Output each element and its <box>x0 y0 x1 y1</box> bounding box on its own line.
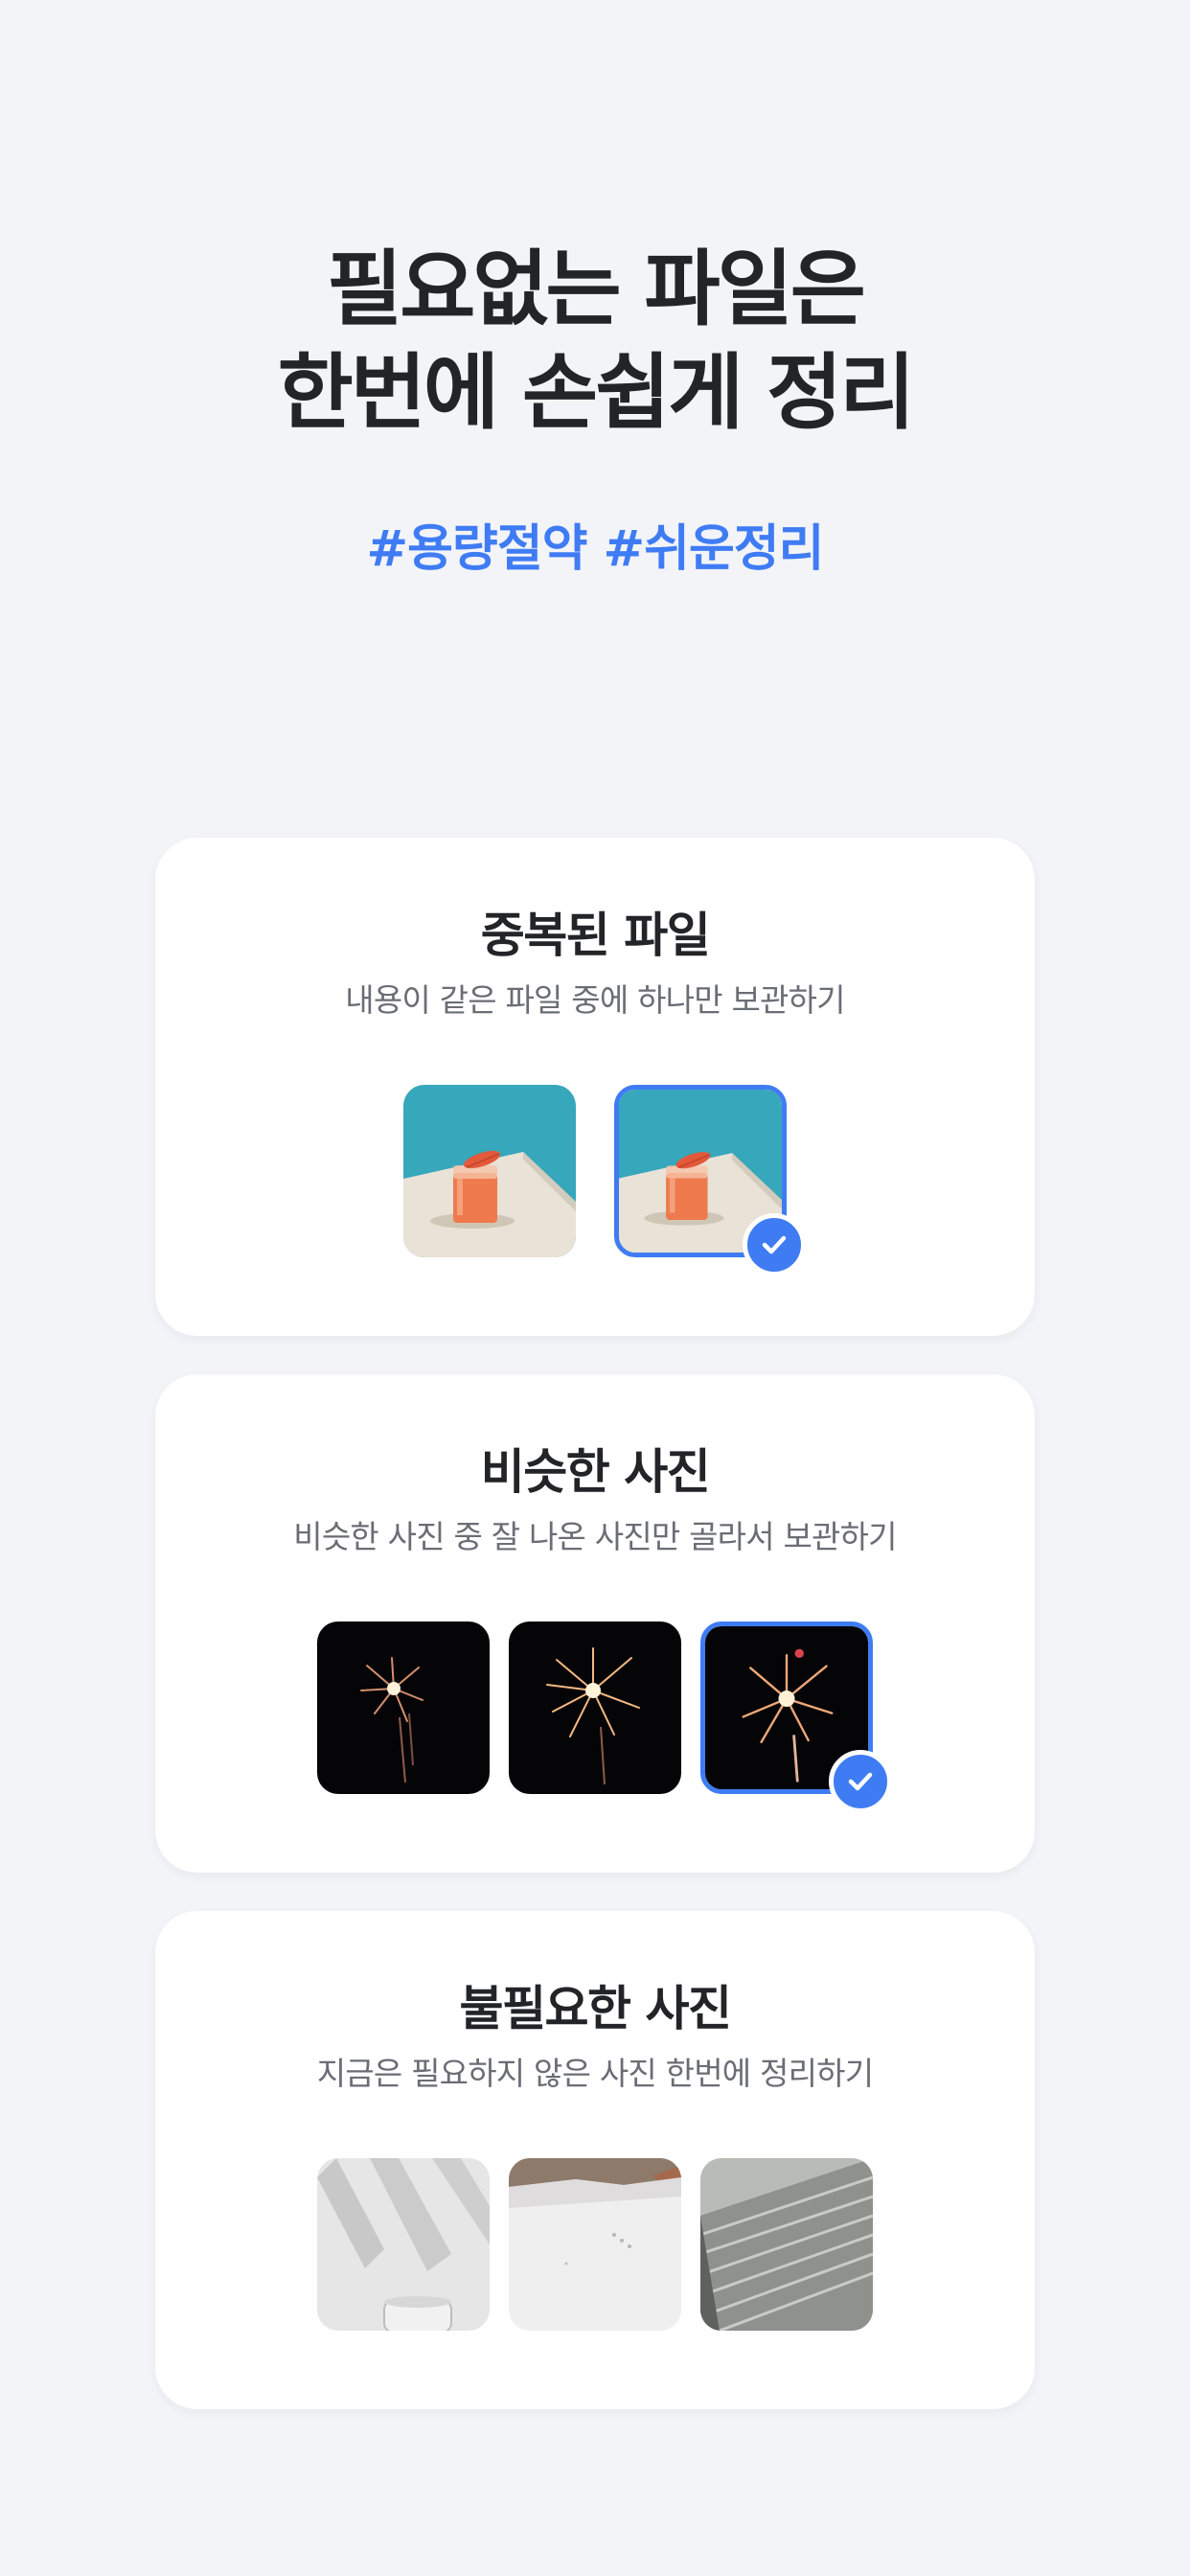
snow-photo <box>509 2158 681 2331</box>
photo-thumbnail-selected[interactable] <box>700 1622 892 1813</box>
card-description: 지금은 필요하지 않은 사진 한번에 정리하기 <box>316 2055 874 2092</box>
card-description: 내용이 같은 파일 중에 하나만 보관하기 <box>345 981 845 1019</box>
thumbnail-row <box>155 2158 1035 2331</box>
card-title: 비슷한 사진 <box>480 1444 711 1500</box>
building-photo <box>700 2158 873 2331</box>
photo-thumbnail[interactable] <box>700 2158 873 2331</box>
duplicate-files-card: 중복된 파일 내용이 같은 파일 중에 하나만 보관하기 <box>155 838 1035 1336</box>
hero-hashtags: #용량절약 #쉬운정리 <box>366 520 825 578</box>
photo-thumbnail[interactable] <box>317 1622 490 1794</box>
wall-shadow-photo <box>317 2158 490 2331</box>
orange-drink-photo <box>403 1085 576 1257</box>
fireworks-photo <box>509 1622 681 1794</box>
photo-thumbnail[interactable] <box>509 1622 681 1794</box>
similar-photos-card: 비슷한 사진 비슷한 사진 중 잘 나온 사진만 골라서 보관하기 <box>155 1374 1035 1873</box>
unnecessary-photos-card: 불필요한 사진 지금은 필요하지 않은 사진 한번에 정리하기 <box>155 1911 1035 2409</box>
card-title: 불필요한 사진 <box>459 1981 732 2036</box>
hero-title-line-2: 한번에 손쉽게 정리 <box>277 345 916 441</box>
thumbnail-row <box>155 1622 1035 1813</box>
thumbnail-row <box>155 1085 1035 1276</box>
card-title: 중복된 파일 <box>480 908 711 963</box>
check-icon <box>829 1750 892 1813</box>
check-icon <box>743 1213 806 1276</box>
hero-title-line-1: 필요없는 파일은 <box>327 242 866 337</box>
fireworks-photo <box>317 1622 490 1794</box>
hero-title: 필요없는 파일은 한번에 손쉽게 정리 <box>0 238 1190 445</box>
photo-thumbnail[interactable] <box>317 2158 490 2331</box>
card-description: 비슷한 사진 중 잘 나온 사진만 골라서 보관하기 <box>293 1518 897 1555</box>
photo-thumbnail-selected[interactable] <box>614 1085 806 1276</box>
photo-thumbnail[interactable] <box>403 1085 576 1257</box>
photo-thumbnail[interactable] <box>509 2158 681 2331</box>
